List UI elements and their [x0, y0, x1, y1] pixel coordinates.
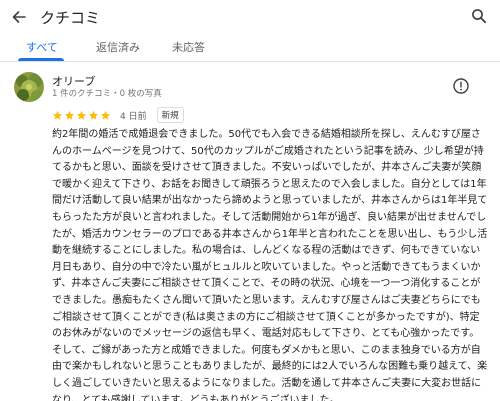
- tab-unanswered[interactable]: 未応答: [172, 39, 205, 55]
- star-icon: [100, 110, 111, 120]
- star-icon: [88, 110, 99, 120]
- review-text: 約2年間の婚活で成婚退会できました。50代でも入会できる結婚相談所を探し、えんむ…: [52, 129, 488, 401]
- back-button[interactable]: [8, 6, 30, 28]
- star-icon: [64, 110, 75, 120]
- avatar[interactable]: [14, 72, 44, 102]
- tab-all[interactable]: すべて: [26, 39, 58, 55]
- star-icon: [76, 110, 87, 120]
- page-title: クチコミ: [40, 9, 101, 27]
- new-badge: 新規: [156, 107, 184, 123]
- top-app-bar: クチコミ: [0, 0, 500, 34]
- search-button[interactable]: [468, 5, 490, 27]
- reviewer-meta: 1 件のクチコミ・0 枚の写真: [52, 89, 162, 99]
- avatar-image: [14, 72, 44, 102]
- star-icon: [52, 110, 63, 120]
- info-button[interactable]: [452, 77, 470, 95]
- search-icon: [472, 9, 487, 24]
- tab-replied[interactable]: 返信済み: [96, 39, 140, 55]
- review-filter-tabs: すべて 返信済み 未応答: [0, 34, 500, 62]
- star-rating: [52, 110, 112, 121]
- arrow-left-icon: [12, 11, 26, 23]
- active-tab-indicator: [18, 58, 64, 61]
- rating-row: 4 日前 新規: [52, 107, 184, 123]
- info-icon: [453, 78, 469, 94]
- review-date: 4 日前: [120, 111, 147, 122]
